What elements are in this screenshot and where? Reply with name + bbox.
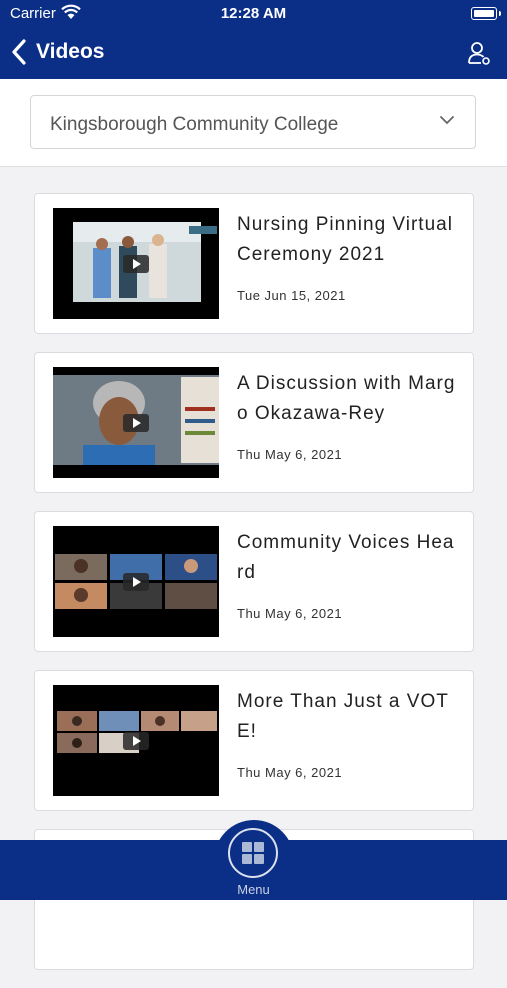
video-thumbnail xyxy=(53,685,219,796)
college-picker-value: Kingsborough Community College xyxy=(50,114,339,135)
menu-label[interactable]: Menu xyxy=(0,882,507,897)
video-thumbnail xyxy=(53,367,219,478)
status-bar: Carrier 12:28 AM xyxy=(0,0,507,28)
chevron-left-icon xyxy=(12,39,26,65)
video-card[interactable]: Nursing Pinning Virtual Ceremony 2021 Tu… xyxy=(34,193,474,334)
video-date: Thu May 6, 2021 xyxy=(237,447,343,462)
video-card[interactable]: Community Voices Heard Thu May 6, 2021 xyxy=(34,511,474,652)
video-date: Tue Jun 15, 2021 xyxy=(237,288,346,303)
video-date: Thu May 6, 2021 xyxy=(237,765,343,780)
play-icon xyxy=(123,731,149,750)
video-title: Nursing Pinning Virtual Ceremony 2021 xyxy=(237,214,453,265)
play-icon xyxy=(123,413,149,432)
page-title: Videos xyxy=(36,40,105,63)
video-date: Thu May 6, 2021 xyxy=(237,606,343,621)
top-bar: Carrier 12:28 AM Videos xyxy=(0,0,507,79)
video-thumbnail xyxy=(53,526,219,637)
battery-icon xyxy=(471,7,501,20)
video-thumbnail xyxy=(53,208,219,319)
video-card[interactable]: A Discussion with Margo Okazawa-Rey Thu … xyxy=(34,352,474,493)
status-time: 12:28 AM xyxy=(220,5,287,22)
back-button[interactable]: Videos xyxy=(10,36,104,68)
college-picker[interactable]: Kingsborough Community College xyxy=(30,95,476,149)
video-card[interactable]: More Than Just a VOTE! Thu May 6, 2021 xyxy=(34,670,474,811)
chevron-down-icon xyxy=(440,116,454,125)
play-icon xyxy=(123,254,149,273)
video-title: Community Voices Heard xyxy=(237,532,455,583)
menu-button[interactable] xyxy=(228,828,278,878)
video-title: A Discussion with Margo Okazawa-Rey xyxy=(237,373,456,424)
play-icon xyxy=(123,572,149,591)
video-title: More Than Just a VOTE! xyxy=(237,691,449,742)
college-picker-area: Kingsborough Community College xyxy=(0,79,507,167)
user-profile-icon[interactable] xyxy=(467,40,491,66)
